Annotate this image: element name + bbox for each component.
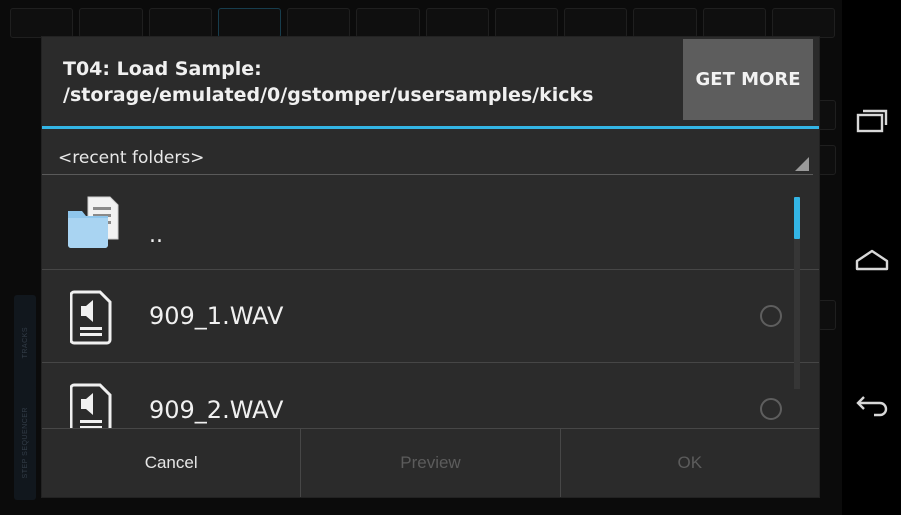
list-item-file[interactable]: 909_2.WAV <box>42 363 819 428</box>
file-list[interactable]: .. 909_1.WAV 909_2.WAV <box>42 177 819 428</box>
list-item-file[interactable]: 909_1.WAV <box>42 270 819 363</box>
scrollbar-thumb[interactable] <box>794 197 800 239</box>
ok-button[interactable]: OK <box>559 429 819 497</box>
recent-apps-button[interactable] <box>852 101 892 141</box>
file-radio-button[interactable] <box>760 305 782 327</box>
back-button[interactable] <box>852 384 892 424</box>
file-radio-button[interactable] <box>760 398 782 420</box>
dialog-divider <box>42 126 819 129</box>
list-item-parent-folder[interactable]: .. <box>42 177 819 270</box>
dialog-button-bar: Cancel Preview OK <box>42 428 819 497</box>
dialog-title: T04: Load Sample: /storage/emulated/0/gs… <box>63 56 663 108</box>
back-icon <box>856 396 888 417</box>
load-sample-dialog: T04: Load Sample: /storage/emulated/0/gs… <box>42 37 819 497</box>
scrollbar-track[interactable] <box>794 239 800 389</box>
file-name: .. <box>149 223 163 248</box>
preview-button[interactable]: Preview <box>300 429 560 497</box>
recent-apps-icon <box>856 109 888 133</box>
dialog-title-line: T04: Load Sample: <box>63 58 262 80</box>
file-name: 909_1.WAV <box>149 302 284 330</box>
system-nav-bar <box>842 0 901 515</box>
get-more-button[interactable]: GET MORE <box>683 39 813 120</box>
home-icon <box>855 249 889 271</box>
dialog-title-path: /storage/emulated/0/gstomper/usersamples… <box>63 84 594 106</box>
home-button[interactable] <box>852 240 892 280</box>
dropdown-arrow-icon <box>795 157 809 171</box>
folder-icon <box>68 196 119 248</box>
folder-selector-value: <recent folders> <box>58 148 205 168</box>
audio-file-icon <box>70 383 112 428</box>
file-name: 909_2.WAV <box>149 396 284 424</box>
dialog-header: T04: Load Sample: /storage/emulated/0/gs… <box>42 37 819 126</box>
cancel-button[interactable]: Cancel <box>42 429 301 497</box>
folder-selector[interactable]: <recent folders> <box>42 142 813 175</box>
audio-file-icon <box>70 290 112 345</box>
